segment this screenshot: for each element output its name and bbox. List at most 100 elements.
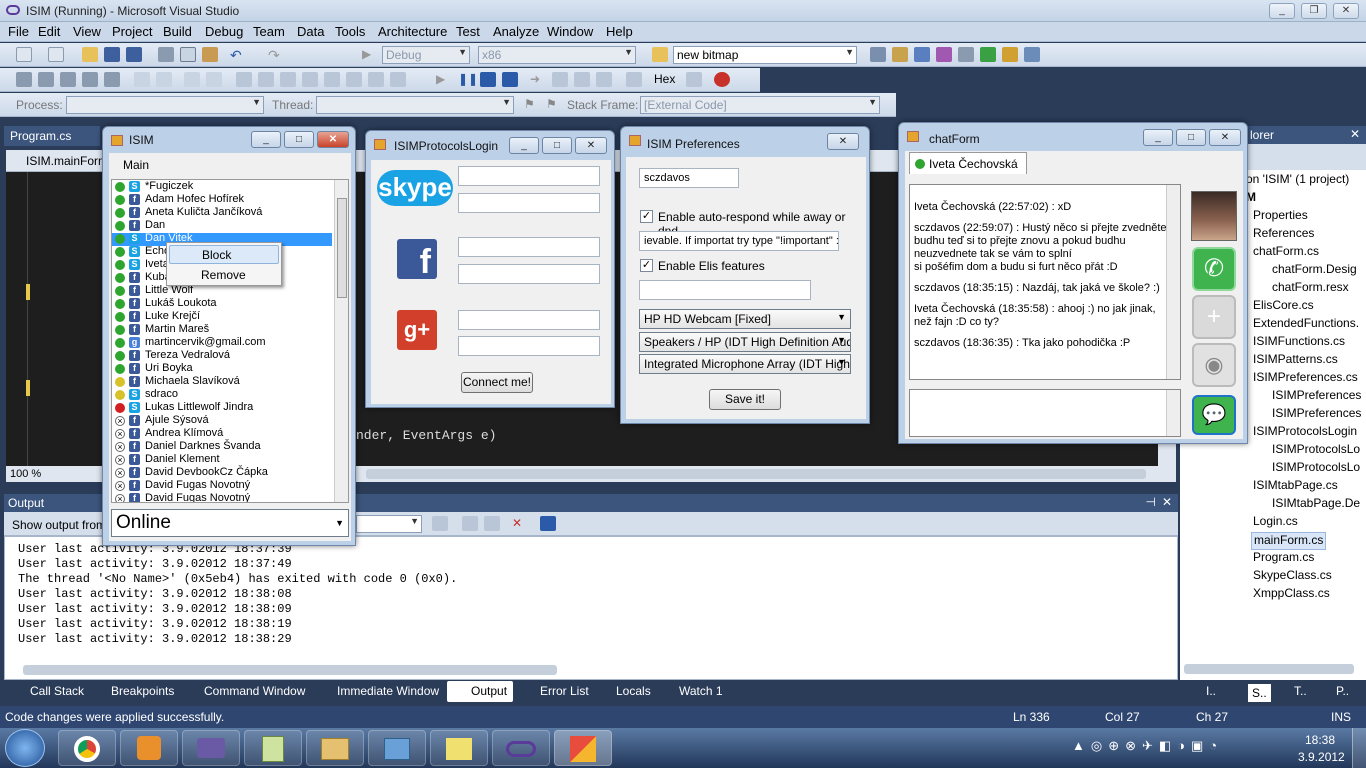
tree-solution[interactable]: on 'ISIM' (1 project) — [1246, 172, 1349, 190]
save-icon[interactable] — [104, 47, 120, 62]
call-button[interactable]: ✆ — [1192, 247, 1236, 291]
redo-icon[interactable]: ↷ — [268, 47, 284, 63]
comment-icon[interactable] — [184, 72, 200, 87]
add-item-icon[interactable] — [48, 47, 64, 62]
skype-username-input[interactable] — [458, 166, 600, 186]
bookmark-icon-7[interactable] — [368, 72, 384, 87]
output-hscroll[interactable] — [23, 665, 557, 675]
new-project-icon[interactable] — [16, 47, 32, 62]
minimize-button[interactable]: _ — [1269, 3, 1295, 19]
tree-chatform-resx[interactable]: chatForm.resx — [1272, 280, 1349, 298]
open-icon[interactable] — [82, 47, 98, 62]
elis-input[interactable] — [639, 280, 811, 300]
scroll-thumb[interactable] — [337, 198, 347, 298]
tab-command-window[interactable]: Command Window — [204, 684, 305, 698]
tree-isimpreferences-child[interactable]: ISIMPreferences — [1272, 388, 1361, 406]
tab-immediate-window[interactable]: Immediate Window — [337, 684, 439, 698]
explorer-taskbar-icon[interactable] — [306, 730, 364, 766]
start-icon[interactable]: ▶ — [362, 47, 378, 62]
restart-icon[interactable] — [502, 72, 518, 87]
tree-login[interactable]: Login.cs — [1253, 514, 1298, 532]
toggle-flag-icon[interactable]: ⚑ — [524, 97, 540, 112]
status-select[interactable]: Online ▼ — [111, 509, 349, 537]
login-maximize-button[interactable]: □ — [542, 137, 572, 154]
toolbar2-icon-3[interactable] — [60, 72, 76, 87]
tab-call-stack[interactable]: Call Stack — [30, 684, 84, 698]
continue-icon[interactable]: ▶ — [436, 72, 452, 87]
output-pin-icon[interactable]: ⊣ — [1146, 495, 1156, 509]
tab-right-2[interactable]: S.. — [1248, 684, 1271, 702]
tree-isimtabpage[interactable]: ISIMtabPage.cs — [1253, 478, 1338, 496]
toolbar2-icon-5[interactable] — [104, 72, 120, 87]
solution-hscroll[interactable] — [1184, 664, 1354, 674]
menu-file[interactable]: File — [8, 24, 29, 39]
tree-isimprotocolslogin[interactable]: ISIMProtocolsLogin — [1253, 424, 1357, 442]
output-clear-icon[interactable]: ✕ — [512, 516, 528, 531]
tree-isimpreferences[interactable]: ISIMPreferences.cs — [1253, 370, 1358, 388]
step-into-icon[interactable] — [552, 72, 568, 87]
tree-skypeclass[interactable]: SkypeClass.cs — [1253, 568, 1332, 586]
paste-icon[interactable] — [202, 47, 218, 62]
chat-minimize-button[interactable]: _ — [1143, 129, 1173, 146]
tools-icon[interactable] — [958, 47, 974, 62]
tree-xmppclass[interactable]: XmppClass.cs — [1253, 586, 1330, 604]
undo-icon[interactable]: ↶ — [230, 47, 246, 63]
visual-studio-taskbar-icon[interactable] — [182, 730, 240, 766]
contact-list-scrollbar[interactable] — [334, 180, 348, 502]
tree-properties[interactable]: Properties — [1253, 208, 1308, 226]
outdent-icon[interactable] — [134, 72, 150, 87]
flag-icon[interactable]: ⚑ — [546, 97, 562, 112]
close-button[interactable]: ✕ — [1333, 3, 1359, 19]
cut-icon[interactable] — [158, 47, 174, 62]
tree-isimprotocolslogin-child[interactable]: ISIMProtocolsLo — [1272, 442, 1360, 460]
save-all-icon[interactable] — [126, 47, 142, 62]
team-icon[interactable] — [1002, 47, 1018, 62]
tree-isimfunctions[interactable]: ISIMFunctions.cs — [1253, 334, 1345, 352]
menu-project[interactable]: Project — [112, 24, 152, 39]
type-dropdown[interactable]: ISIM.mainForm — [26, 154, 108, 168]
start-button-icon[interactable] — [5, 729, 45, 767]
menu-help[interactable]: Help — [606, 24, 633, 39]
object-browser-icon[interactable] — [914, 47, 930, 62]
isim-minimize-button[interactable]: _ — [251, 131, 281, 148]
find-in-files-icon[interactable] — [652, 47, 668, 62]
menu-test[interactable]: Test — [456, 24, 480, 39]
menu-analyze[interactable]: Analyze — [493, 24, 539, 39]
google-password-input[interactable] — [458, 336, 600, 356]
facebook-username-input[interactable] — [458, 237, 600, 257]
skype-password-input[interactable] — [458, 193, 600, 213]
bookmark-icon[interactable] — [236, 72, 252, 87]
tree-isimpatterns[interactable]: ISIMPatterns.cs — [1253, 352, 1338, 370]
chat-input-scrollbar[interactable] — [1166, 390, 1180, 436]
tab-breakpoints[interactable]: Breakpoints — [111, 684, 174, 698]
menu-window[interactable]: Window — [547, 24, 593, 39]
output-wrap-icon[interactable] — [540, 516, 556, 531]
isim-maximize-button[interactable]: □ — [284, 131, 314, 148]
tab-locals[interactable]: Locals — [616, 684, 651, 698]
toolbox-icon[interactable] — [936, 47, 952, 62]
menu-item-block[interactable]: Block — [169, 245, 279, 264]
chat-input[interactable] — [909, 389, 1181, 437]
infinity-taskbar-icon[interactable] — [492, 730, 550, 766]
tree-eliscore[interactable]: ElisCore.cs — [1253, 298, 1314, 316]
tree-mainform[interactable]: mainForm.cs — [1251, 532, 1327, 550]
bookmark-icon-6[interactable] — [346, 72, 362, 87]
auto-respond-message-input[interactable]: ievable. If importat try type "!importan… — [639, 231, 839, 251]
extension-icon[interactable] — [980, 47, 996, 62]
copy-icon[interactable] — [180, 47, 196, 62]
clock-date[interactable]: 3.9.2012 — [1298, 750, 1345, 764]
add-call-button[interactable]: + — [1192, 295, 1236, 339]
tree-extendedfunctions[interactable]: ExtendedFunctions. — [1253, 316, 1359, 334]
platform-select[interactable]: x86 ▼ — [478, 46, 636, 64]
microphone-select[interactable]: Integrated Microphone Array (IDT High D ▼ — [639, 354, 851, 374]
output-prev-icon[interactable] — [462, 516, 478, 531]
menu-architecture[interactable]: Architecture — [378, 24, 447, 39]
break-all-icon[interactable]: ❚❚ — [458, 72, 478, 87]
step-out-icon[interactable] — [596, 72, 612, 87]
menu-team[interactable]: Team — [253, 24, 285, 39]
show-next-icon[interactable]: ➜ — [530, 72, 546, 87]
auto-respond-checkbox[interactable]: ✓ — [640, 210, 653, 223]
chat-close-button[interactable]: ✕ — [1209, 129, 1241, 146]
prefs-username-input[interactable]: sczdavos — [639, 168, 739, 188]
restore-button[interactable]: ❐ — [1301, 3, 1327, 19]
